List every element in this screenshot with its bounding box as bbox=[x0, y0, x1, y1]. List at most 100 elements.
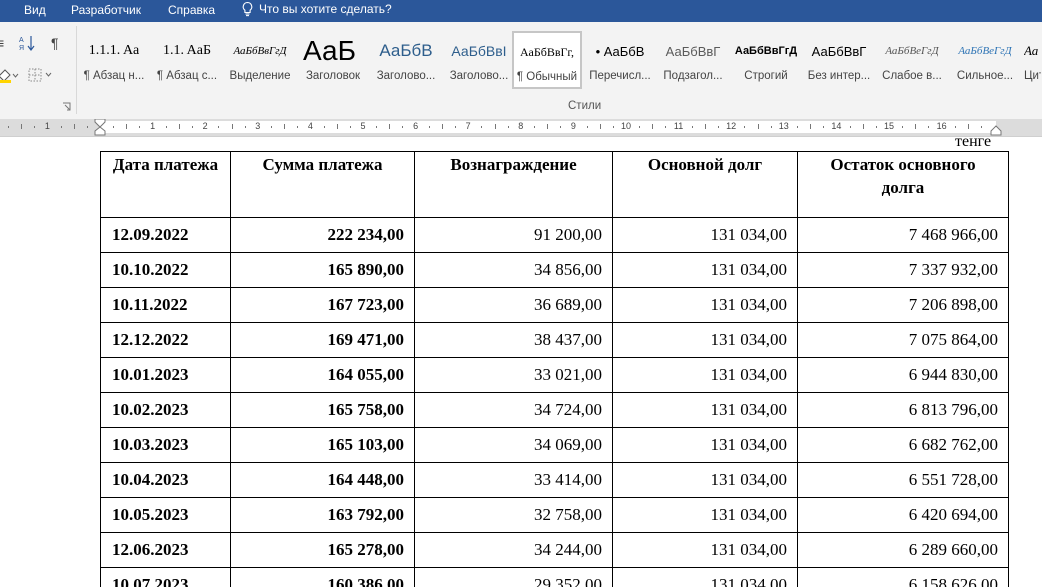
cell-payment-date: 10.10.2022 bbox=[100, 252, 231, 288]
ruler-tick bbox=[691, 126, 693, 128]
right-indent-marker-icon[interactable] bbox=[990, 119, 1002, 136]
ruler-half-tick bbox=[284, 124, 286, 129]
style-no-spacing[interactable]: АаБбВвГ Без интер... bbox=[804, 31, 874, 89]
shading-icon[interactable] bbox=[0, 67, 19, 86]
ruler-number: 4 bbox=[307, 121, 313, 131]
cell-interest: 91 200,00 bbox=[414, 217, 613, 253]
paragraph-tools: ≡ A Я ¶ bbox=[0, 22, 77, 119]
ribbon: ≡ A Я ¶ 1.1.1. Aa ¶ Абзац н... 1.1. AaБ … bbox=[0, 22, 1042, 120]
first-line-indent-marker-icon[interactable] bbox=[94, 119, 106, 136]
table-row: 10.11.2022 167 723,00 36 689,00 131 034,00 7… bbox=[100, 287, 1009, 323]
ruler-number: 9 bbox=[570, 121, 576, 131]
ruler-number: 1 bbox=[150, 121, 156, 131]
ruler-tick bbox=[139, 126, 141, 128]
menu-view[interactable]: Вид bbox=[24, 3, 46, 17]
menu-developer[interactable]: Разработчик bbox=[71, 3, 141, 17]
ruler-number: 12 bbox=[726, 121, 737, 131]
style-list-paragraph-numbered[interactable]: 1.1.1. Aa ¶ Абзац н... bbox=[79, 31, 149, 89]
ruler-tick bbox=[507, 126, 509, 128]
style-heading-1[interactable]: АаБбВ Заголово... bbox=[371, 31, 441, 89]
cell-payment-date: 12.12.2022 bbox=[100, 322, 231, 358]
style-normal[interactable]: АаБбВвГг, ¶ Обычный bbox=[512, 31, 582, 89]
document-page[interactable]: тенге Дата платежа Сумма платежа Вознагр… bbox=[0, 137, 1042, 587]
ruler-tick bbox=[612, 126, 614, 128]
ruler-half-tick bbox=[652, 124, 654, 129]
cell-interest: 34 856,00 bbox=[414, 252, 613, 288]
list-icon[interactable]: ≡ bbox=[0, 35, 4, 51]
sort-icon[interactable]: A Я bbox=[18, 34, 36, 55]
cell-principal: 131 034,00 bbox=[612, 497, 798, 533]
cell-principal: 131 034,00 bbox=[612, 532, 798, 568]
ruler-tick bbox=[323, 126, 325, 128]
tell-me-label: Что вы хотите сделать? bbox=[259, 2, 392, 16]
ruler-tick bbox=[244, 126, 246, 128]
table-row: 10.04.2023 164 448,00 33 414,00 131 034,00 6… bbox=[100, 462, 1009, 498]
style-bullet-list[interactable]: • АаБбВ Перечисл... bbox=[585, 31, 655, 89]
ruler-half-tick bbox=[915, 124, 917, 129]
ruler-tick bbox=[796, 126, 798, 128]
cell-payment-date: 10.11.2022 bbox=[100, 287, 231, 323]
ruler-half-tick bbox=[336, 124, 338, 129]
ruler-half-tick bbox=[757, 124, 759, 129]
style-subtitle[interactable]: АаБбВвГ Подзагол... bbox=[658, 31, 728, 89]
style-emphasis[interactable]: АаБбВвГгД Выделение bbox=[225, 31, 295, 89]
style-strong[interactable]: АаБбВвГгД Строгий bbox=[731, 31, 801, 89]
cell-principal: 131 034,00 bbox=[612, 322, 798, 358]
style-subtle-emphasis[interactable]: АаБбВеГгД Слабое в... bbox=[877, 31, 947, 89]
ruler-half-tick bbox=[547, 124, 549, 129]
ruler-number: 14 bbox=[831, 121, 842, 131]
ruler-tick bbox=[113, 126, 115, 128]
cell-principal-balance: 6 551 728,00 bbox=[797, 462, 1009, 498]
style-heading-2[interactable]: АаБбВвI Заголово... bbox=[444, 31, 514, 89]
table-row: 10.07.2023 160 386,00 29 352,00 131 034,00 6… bbox=[100, 567, 1009, 587]
table-row: 10.02.2023 165 758,00 34 724,00 131 034,00 6… bbox=[100, 392, 1009, 428]
cell-interest: 29 352,00 bbox=[414, 567, 613, 587]
ruler-tick bbox=[902, 126, 904, 128]
cell-interest: 34 244,00 bbox=[414, 532, 613, 568]
cell-payment-amount: 165 758,00 bbox=[230, 392, 415, 428]
cell-principal: 131 034,00 bbox=[612, 462, 798, 498]
lightbulb-icon bbox=[242, 1, 253, 17]
cell-principal-balance: 7 075 864,00 bbox=[797, 322, 1009, 358]
style-heading[interactable]: АаБ Заголовок bbox=[298, 31, 368, 89]
cell-payment-date: 12.06.2023 bbox=[100, 532, 231, 568]
cell-principal-balance: 6 158 626,00 bbox=[797, 567, 1009, 587]
style-quote[interactable]: Аа Цит bbox=[1023, 31, 1042, 89]
paragraph-dialog-launcher-icon[interactable] bbox=[62, 102, 71, 111]
cell-principal-balance: 6 813 796,00 bbox=[797, 392, 1009, 428]
pilcrow-icon[interactable]: ¶ bbox=[51, 35, 59, 51]
ruler-tick bbox=[665, 126, 667, 128]
cell-payment-amount: 164 055,00 bbox=[230, 357, 415, 393]
cell-principal-balance: 7 337 932,00 bbox=[797, 252, 1009, 288]
cell-payment-date: 10.07.2023 bbox=[100, 567, 231, 587]
cell-interest: 32 758,00 bbox=[414, 497, 613, 533]
ruler-tick bbox=[7, 126, 9, 128]
ruler-tick bbox=[165, 126, 167, 128]
cell-principal: 131 034,00 bbox=[612, 392, 798, 428]
horizontal-ruler[interactable]: 2112345678910111213141516 bbox=[0, 119, 1042, 137]
style-intense-emphasis[interactable]: АаБбВеГгД Сильное... bbox=[950, 31, 1020, 89]
ruler-tick bbox=[34, 126, 36, 128]
tell-me-box[interactable]: Что вы хотите сделать? bbox=[241, 1, 392, 17]
ruler-half-tick bbox=[704, 124, 706, 129]
cell-principal: 131 034,00 bbox=[612, 217, 798, 253]
ruler-half-tick bbox=[126, 124, 128, 129]
ruler-tick bbox=[560, 126, 562, 128]
menu-help[interactable]: Справка bbox=[168, 3, 215, 17]
ruler-number: 2 bbox=[202, 121, 208, 131]
ruler-tick bbox=[981, 126, 983, 128]
cell-payment-date: 10.03.2023 bbox=[100, 427, 231, 463]
cell-payment-amount: 163 792,00 bbox=[230, 497, 415, 533]
ruler-half-tick bbox=[599, 124, 601, 129]
borders-icon[interactable] bbox=[28, 68, 58, 85]
style-list-paragraph-2[interactable]: 1.1. AaБ ¶ Абзац с... bbox=[152, 31, 222, 89]
svg-text:Я: Я bbox=[19, 45, 24, 52]
cell-payment-date: 12.09.2022 bbox=[100, 217, 231, 253]
table-row: 10.01.2023 164 055,00 33 021,00 131 034,00 6… bbox=[100, 357, 1009, 393]
ruler-number: 8 bbox=[518, 121, 524, 131]
cell-principal: 131 034,00 bbox=[612, 357, 798, 393]
ruler-tick bbox=[349, 126, 351, 128]
currency-unit-label: тенге bbox=[955, 137, 992, 150]
ruler-tick bbox=[297, 126, 299, 128]
cell-payment-date: 10.01.2023 bbox=[100, 357, 231, 393]
